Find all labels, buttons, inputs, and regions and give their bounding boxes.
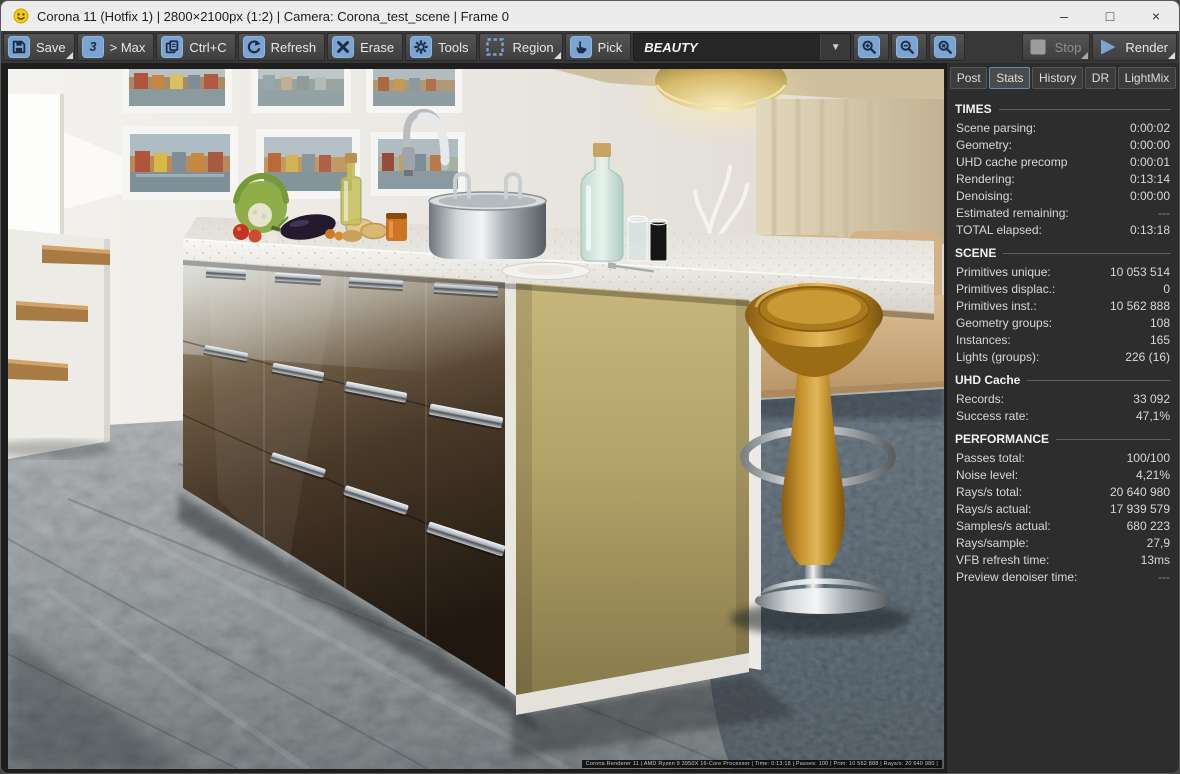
stat-row: Instances: 165 [956, 332, 1170, 347]
zoom-in-icon [858, 36, 881, 58]
zoom-out-button[interactable] [891, 33, 928, 61]
section-heading: UHD Cache [947, 365, 1179, 390]
render-element-value: BEAUTY [644, 39, 698, 55]
refresh-button[interactable]: Refresh [237, 33, 326, 61]
minimize-button[interactable]: – [1041, 1, 1087, 31]
stat-row: Denoising: 0:00:00 [956, 188, 1170, 203]
erase-icon [332, 36, 355, 58]
stat-row: Records: 33 092 [956, 391, 1170, 406]
refresh-icon [242, 36, 265, 58]
dropdown-corner [1081, 52, 1089, 59]
render-element-select[interactable]: BEAUTY ▼ [633, 33, 852, 61]
erase-label: Erase [360, 39, 395, 55]
tools-gear-icon [410, 36, 433, 58]
side-panel: Post Stats History DR LightMix TIMES Scen… [946, 63, 1179, 773]
zoom-reset-button[interactable] [929, 33, 966, 61]
stat-row: Passes total: 100/100 [956, 450, 1170, 465]
max-label: > Max [109, 39, 146, 55]
maximize-button[interactable]: □ [1087, 1, 1133, 31]
3dsmax-icon: 3 [81, 36, 104, 58]
copy-label: Ctrl+C [189, 39, 227, 55]
toolbar: Save 3 > Max Ctrl+C Refresh Erase Tools … [1, 31, 1179, 63]
stat-row: Samples/s actual: 680 223 [956, 518, 1170, 533]
titlebar: Corona 11 (Hotfix 1) | 2800×2100px (1:2)… [1, 1, 1179, 31]
tab-post[interactable]: Post [950, 67, 988, 89]
stat-row: UHD cache precomp 0:00:01 [956, 154, 1170, 169]
stat-row: Scene parsing: 0:00:02 [956, 120, 1170, 135]
stat-row: VFB refresh time: 13ms [956, 552, 1170, 567]
zoom-out-icon [896, 36, 919, 58]
stat-row: Rays/sample: 27,9 [956, 535, 1170, 550]
close-button[interactable]: × [1133, 1, 1179, 31]
window-title: Corona 11 (Hotfix 1) | 2800×2100px (1:2)… [37, 8, 509, 24]
render-play-icon [1097, 36, 1119, 58]
zoom-reset-icon [934, 36, 957, 58]
save-icon [8, 36, 30, 58]
pick-button[interactable]: Pick [564, 33, 632, 61]
stats-sections: TIMES Scene parsing: 0:00:02 Geometry: 0:00:… [947, 92, 1179, 585]
stat-row: Primitives unique: 10 053 514 [956, 264, 1170, 279]
render-button[interactable]: Render [1092, 33, 1177, 61]
region-button[interactable]: Region [479, 33, 563, 61]
stat-row: Preview denoiser time: --- [956, 569, 1170, 584]
save-button[interactable]: Save [3, 33, 75, 61]
smiley-icon [13, 8, 29, 24]
stat-row: Lights (groups): 226 (16) [956, 349, 1170, 364]
stat-row: Estimated remaining: --- [956, 205, 1170, 220]
send-to-max-button[interactable]: 3 > Max [76, 33, 155, 61]
tab-stats[interactable]: Stats [989, 67, 1031, 89]
section-heading: PERFORMANCE [947, 424, 1179, 449]
stop-button[interactable]: Stop [1021, 33, 1091, 61]
refresh-label: Refresh [270, 39, 317, 55]
stat-row: Geometry: 0:00:00 [956, 137, 1170, 152]
render-viewport[interactable]: Corona Renderer 11 | AMD Ryzen 9 3950X 1… [1, 63, 946, 773]
section-heading: TIMES [947, 94, 1179, 119]
svg-text:3: 3 [89, 40, 96, 54]
tools-button[interactable]: Tools [405, 33, 478, 61]
stat-row: Rendering: 0:13:14 [956, 171, 1170, 186]
panel-tabs: Post Stats History DR LightMix [947, 63, 1179, 92]
stat-row: Noise level: 4,21% [956, 467, 1170, 482]
pick-label: Pick [597, 39, 623, 55]
save-label: Save [36, 39, 66, 55]
render-stamp: Corona Renderer 11 | AMD Ryzen 9 3950X 1… [581, 760, 942, 768]
rendered-image [8, 69, 944, 769]
copy-icon [161, 36, 184, 58]
zoom-in-button[interactable] [853, 33, 890, 61]
tools-label: Tools [438, 39, 469, 55]
stat-row: Rays/s total: 20 640 980 [956, 484, 1170, 499]
stat-row: TOTAL elapsed: 0:13:18 [956, 222, 1170, 237]
chevron-down-icon[interactable]: ▼ [820, 34, 851, 60]
region-icon [484, 36, 506, 58]
section-heading: SCENE [947, 238, 1179, 263]
stat-row: Primitives inst.: 10 562 888 [956, 298, 1170, 313]
tab-history[interactable]: History [1032, 67, 1084, 89]
copy-button[interactable]: Ctrl+C [156, 33, 236, 61]
corona-vfb-window: Corona 11 (Hotfix 1) | 2800×2100px (1:2)… [0, 0, 1180, 774]
dropdown-corner [1168, 52, 1175, 59]
stat-row: Primitives displac.: 0 [956, 281, 1170, 296]
region-label: Region [512, 39, 554, 55]
pick-hand-icon [569, 36, 592, 58]
stop-icon [1027, 36, 1049, 58]
erase-button[interactable]: Erase [327, 33, 404, 61]
dropdown-corner [553, 52, 561, 59]
stat-row: Rays/s actual: 17 939 579 [956, 501, 1170, 516]
stat-row: Success rate: 47,1% [956, 408, 1170, 423]
render-label: Render [1125, 39, 1168, 55]
dropdown-corner [65, 52, 73, 59]
tab-lightmix[interactable]: LightMix [1117, 67, 1177, 89]
stop-label: Stop [1054, 39, 1082, 55]
tab-dr[interactable]: DR [1085, 67, 1116, 89]
stat-row: Geometry groups: 108 [956, 315, 1170, 330]
